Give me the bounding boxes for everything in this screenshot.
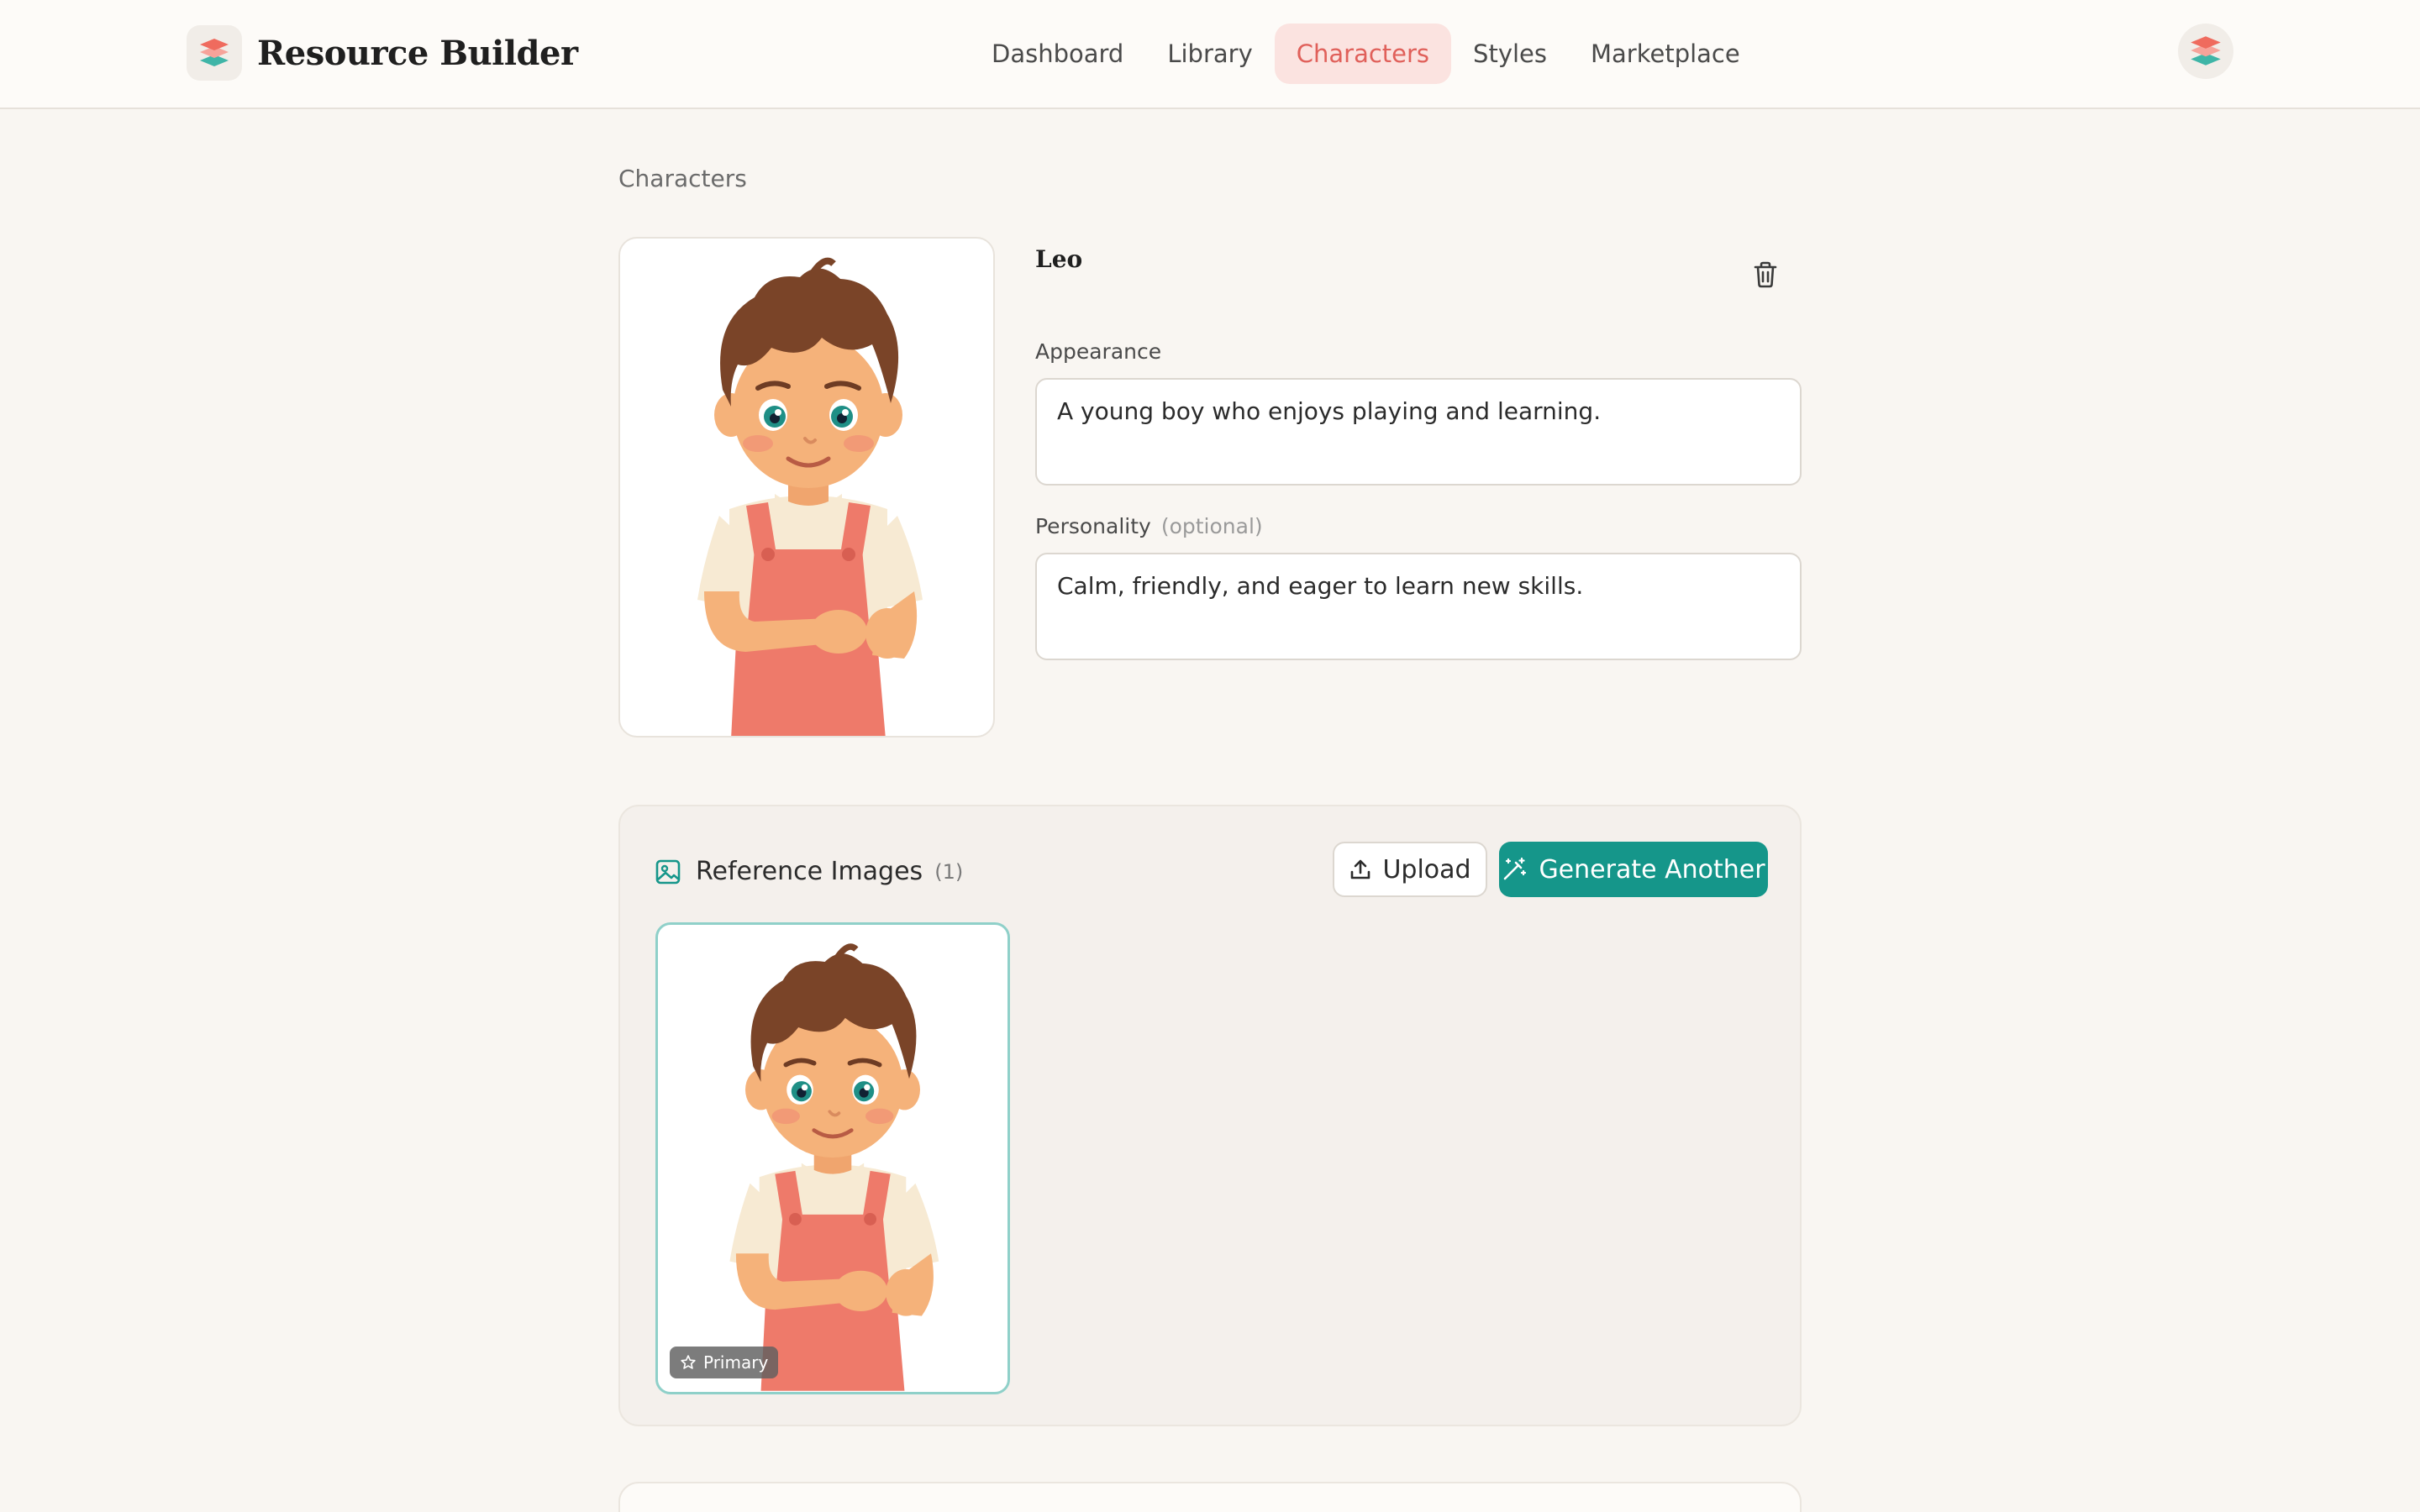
layers-logo-icon <box>187 25 242 81</box>
personality-label: Personality (optional) <box>1035 514 1263 538</box>
next-section-card <box>618 1482 1802 1512</box>
character-portrait[interactable] <box>618 237 995 738</box>
breadcrumb[interactable]: Characters <box>618 165 747 192</box>
nav-item-dashboard[interactable]: Dashboard <box>970 24 1145 84</box>
delete-character-button[interactable] <box>1744 254 1786 296</box>
appearance-label: Appearance <box>1035 339 1161 364</box>
optional-hint: (optional) <box>1160 514 1263 538</box>
primary-badge: Primary <box>670 1347 779 1378</box>
trash-icon <box>1754 261 1777 288</box>
upload-button-label: Upload <box>1382 854 1471 885</box>
magic-wand-icon <box>1504 857 1527 880</box>
reference-images-count: (1) <box>934 859 964 884</box>
user-avatar[interactable] <box>2178 24 2233 79</box>
reference-images-header: Reference Images (1) <box>655 857 963 886</box>
nav-item-styles[interactable]: Styles <box>1451 24 1569 84</box>
character-name[interactable]: Leo <box>1035 245 1082 273</box>
personality-label-text: Personality <box>1035 514 1151 538</box>
star-icon <box>681 1355 696 1369</box>
layers-logo-icon <box>2191 36 2221 66</box>
app-name: Resource Builder <box>257 33 578 73</box>
generate-another-button-label: Generate Another <box>1539 854 1765 885</box>
primary-badge-label: Primary <box>703 1352 769 1373</box>
image-icon <box>655 859 681 884</box>
main-nav: Dashboard Library Characters Styles Mark… <box>970 24 1762 84</box>
personality-textarea[interactable]: Calm, friendly, and eager to learn new s… <box>1035 553 1802 660</box>
reference-images-panel: Reference Images (1) Upload Generate Ano… <box>618 805 1802 1426</box>
top-navigation-bar: Resource Builder Dashboard Library Chara… <box>0 0 2420 109</box>
nav-item-marketplace[interactable]: Marketplace <box>1569 24 1762 84</box>
upload-button[interactable]: Upload <box>1333 842 1487 897</box>
nav-item-library[interactable]: Library <box>1145 24 1274 84</box>
boy-illustration <box>729 943 939 1391</box>
reference-images-title: Reference Images <box>696 857 923 886</box>
upload-icon <box>1351 859 1370 879</box>
generate-another-button[interactable]: Generate Another <box>1499 842 1768 897</box>
brand[interactable]: Resource Builder <box>187 25 578 81</box>
appearance-label-text: Appearance <box>1035 339 1162 364</box>
appearance-textarea[interactable]: A young boy who enjoys playing and learn… <box>1035 378 1802 486</box>
nav-item-characters[interactable]: Characters <box>1274 24 1452 84</box>
boy-illustration <box>697 257 923 736</box>
reference-image-card[interactable]: Primary <box>655 922 1010 1394</box>
